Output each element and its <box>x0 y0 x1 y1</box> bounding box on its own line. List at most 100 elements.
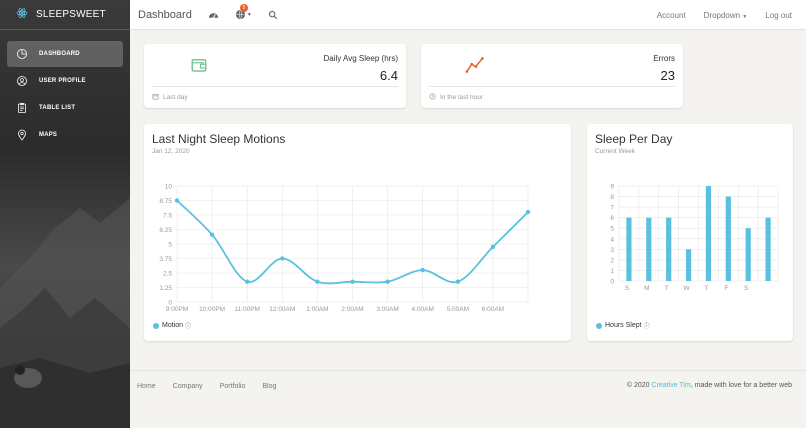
info-icon[interactable]: ⓘ <box>644 321 650 330</box>
dropdown-label: Dropdown <box>703 10 741 20</box>
data-point <box>350 279 355 284</box>
account-link[interactable]: Account <box>657 11 686 20</box>
sidebar-item-maps[interactable]: MAPS <box>7 122 123 148</box>
dashboard-gauge-icon[interactable] <box>208 10 219 20</box>
y-tick-label: 2 <box>610 257 614 264</box>
search-icon[interactable] <box>268 10 278 20</box>
y-tick-label: 5 <box>168 242 172 249</box>
y-tick-label: 7.5 <box>163 213 172 220</box>
x-tick-label: 12:00AM <box>269 306 295 313</box>
x-tick-label: F <box>724 285 728 292</box>
sidebar-item-label: MAPS <box>39 132 58 138</box>
top-navbar: Dashboard 5 ▼ Account Dropdown ▼ Log out <box>130 0 806 30</box>
dropdown-menu-toggle[interactable]: Dropdown ▼ <box>704 11 748 20</box>
info-icon[interactable]: ⓘ <box>185 321 191 330</box>
y-tick-label: 0 <box>610 279 614 286</box>
y-tick-label: 1.25 <box>159 285 172 292</box>
footer-link-home[interactable]: Home <box>137 383 156 390</box>
y-tick-label: 6 <box>610 215 614 222</box>
stat-value: 23 <box>660 68 675 83</box>
data-point <box>455 279 460 284</box>
legend-label: Hours Slept <box>605 322 642 329</box>
x-tick-label: 2:00AM <box>341 306 363 313</box>
logout-link[interactable]: Log out <box>765 11 792 20</box>
bar <box>725 196 731 281</box>
sidebar-item-user-profile[interactable]: USER PROFILE <box>7 68 123 94</box>
sidebar-item-label: USER PROFILE <box>39 78 86 84</box>
sidebar-item-table-list[interactable]: TABLE LIST <box>7 95 123 121</box>
stat-footer: In the last hour <box>429 86 675 102</box>
y-tick-label: 4 <box>610 236 614 243</box>
bar <box>685 249 692 281</box>
stat-footer-text: In the last hour <box>440 94 483 101</box>
legend-marker <box>153 322 159 329</box>
sidebar-item-dashboard[interactable]: DASHBOARD <box>7 41 123 67</box>
copyright-suffix: , made with love for a better web <box>690 382 792 389</box>
y-tick-label: 8.75 <box>159 198 172 205</box>
stat-label: Daily Avg Sleep (hrs) <box>323 54 398 63</box>
clipboard-icon <box>15 101 29 115</box>
y-tick-label: 5 <box>610 226 614 233</box>
notifications-button[interactable]: 5 ▼ <box>235 4 252 20</box>
map-pin-icon <box>15 128 29 142</box>
chart-pie-icon <box>15 47 29 61</box>
stat-card-errors: Errors 23 In the last hour <box>421 44 683 108</box>
data-point <box>420 267 425 273</box>
x-tick-label: S <box>625 285 630 292</box>
x-tick-label: 1:00AM <box>306 306 328 313</box>
copyright: © 2020 Creative Tim, made with love for … <box>627 382 792 389</box>
copyright-prefix: © 2020 <box>626 382 650 389</box>
stat-footer: Last day <box>152 86 398 102</box>
creative-tim-link[interactable]: Creative Tim <box>652 382 691 389</box>
calendar-icon <box>152 93 159 102</box>
y-tick-label: 6.25 <box>159 227 172 234</box>
data-point <box>490 244 496 250</box>
stat-footer-text: Last day <box>163 94 188 101</box>
data-point <box>525 209 531 215</box>
footer-link-blog[interactable]: Blog <box>262 383 276 390</box>
page-title: Dashboard <box>138 8 192 21</box>
data-point <box>209 232 215 237</box>
sidebar-background-image <box>0 198 130 428</box>
x-tick-label: T <box>704 285 708 292</box>
sleep-motions-chart: 01.252.53.7556.257.58.75109:00PM 10:00PM 1… <box>159 184 531 313</box>
y-tick-label: 9 <box>610 184 614 191</box>
footer-link-company[interactable]: Company <box>173 383 203 390</box>
x-tick-label: S <box>744 285 749 292</box>
line-graph-icon <box>465 56 485 79</box>
x-tick-label: W <box>683 285 690 292</box>
bar <box>626 217 632 281</box>
y-tick-label: 7 <box>610 205 614 212</box>
sleep-motions-card: Last Night Sleep Motions Jan 12, 2020 01… <box>144 124 571 341</box>
stat-value: 6.4 <box>379 68 398 83</box>
sidebar-item-label: DASHBOARD <box>39 51 80 57</box>
bar <box>745 228 751 281</box>
data-point <box>280 256 285 261</box>
footer-link-portfolio[interactable]: Portfolio <box>220 383 246 390</box>
bar <box>666 217 672 281</box>
react-logo-icon <box>16 6 28 24</box>
sidebar: SLEEPSWEET DASHBOARD USER PROFILE TABLE … <box>0 0 130 428</box>
legend-label: Motion <box>162 322 184 329</box>
bar <box>765 217 771 281</box>
caret-down-icon: ▼ <box>742 13 748 20</box>
x-tick-label: T <box>665 285 669 292</box>
brand-name: SLEEPSWEET <box>36 9 106 20</box>
data-point <box>315 279 320 284</box>
sleep-per-day-chart: 0 1 2 3 4 5 6 7 8 9 S M T W T F S <box>610 184 779 292</box>
brand[interactable]: SLEEPSWEET <box>0 0 130 30</box>
y-tick-label: 2.5 <box>163 271 172 278</box>
caret-down-icon: ▼ <box>246 11 252 18</box>
x-tick-label: 3:00AM <box>376 306 398 313</box>
footer-links: Home Company Portfolio Blog <box>137 383 293 390</box>
x-tick-label: 4:00AM <box>411 306 433 313</box>
y-tick-label: 8 <box>610 194 614 201</box>
y-tick-label: 3.75 <box>159 256 172 263</box>
x-tick-label: 6:00AM <box>482 306 504 313</box>
y-tick-label: 10 <box>165 184 173 191</box>
x-tick-label: 10:00PM <box>199 306 225 313</box>
y-tick-label: 1 <box>610 268 614 275</box>
x-tick-label: 11:00PM <box>234 306 260 313</box>
sidebar-nav: DASHBOARD USER PROFILE TABLE LIST MAPS <box>0 41 130 149</box>
x-tick-label: 5:00AM <box>447 306 469 313</box>
